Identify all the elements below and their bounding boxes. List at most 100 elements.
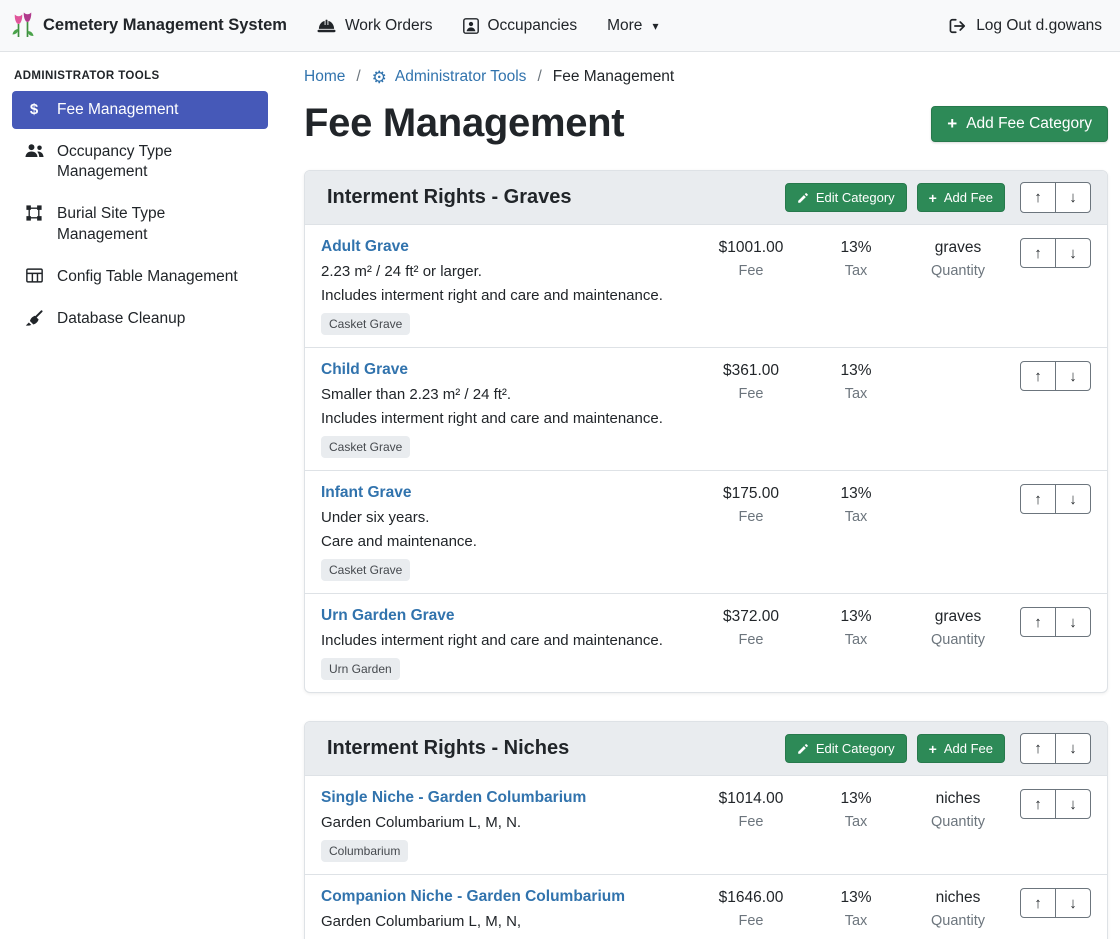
move-fee-down-button[interactable]: ↓ (1055, 484, 1091, 514)
tax-value: 13% (811, 889, 901, 907)
move-fee-up-button[interactable]: ↑ (1020, 888, 1056, 918)
nav-item-label: Occupancies (488, 17, 578, 35)
nav-work-orders[interactable]: Work Orders (317, 17, 433, 35)
breadcrumb-section-label: Administrator Tools (395, 68, 527, 86)
fee-row: Companion Niche - Garden Columbarium Gar… (305, 874, 1107, 939)
hard-hat-icon (317, 18, 336, 34)
logout-button[interactable]: Log Out d.gowans (949, 17, 1102, 35)
fee-row: Child Grave Smaller than 2.23 m² / 24 ft… (305, 347, 1107, 470)
fee-amount-value: $1001.00 (691, 239, 811, 257)
sidebar-item-database-cleanup[interactable]: Database Cleanup (12, 300, 268, 338)
add-fee-category-label: Add Fee Category (966, 115, 1092, 133)
add-fee-button[interactable]: + Add Fee (917, 183, 1005, 212)
move-category-up-button[interactable]: ↑ (1020, 733, 1056, 764)
category-reorder-controls: ↑ ↓ (1020, 733, 1091, 764)
move-fee-up-button[interactable]: ↑ (1020, 607, 1056, 637)
vector-square-icon (24, 205, 44, 221)
fee-description-line: Garden Columbarium L, M, N, (321, 913, 685, 930)
logout-icon (949, 18, 967, 34)
fee-amount-column: $175.00 Fee (691, 484, 811, 525)
fee-type-badge: Urn Garden (321, 658, 400, 680)
tax-label: Tax (811, 814, 901, 830)
fee-name-link[interactable]: Urn Garden Grave (321, 607, 455, 625)
fee-reorder-controls: ↑ ↓ (1015, 361, 1091, 391)
fee-amount-label: Fee (691, 509, 811, 525)
edit-category-button[interactable]: Edit Category (785, 183, 907, 212)
move-fee-up-button[interactable]: ↑ (1020, 238, 1056, 268)
sidebar-item-occupancy-type-management[interactable]: Occupancy Type Management (12, 133, 268, 191)
move-category-down-button[interactable]: ↓ (1055, 733, 1091, 764)
chevron-down-icon: ▾ (652, 19, 658, 33)
add-fee-button[interactable]: + Add Fee (917, 734, 1005, 763)
fee-amount-value: $1646.00 (691, 889, 811, 907)
sidebar-item-label: Fee Management (57, 100, 179, 120)
fee-amount-value: $361.00 (691, 362, 811, 380)
quantity-column: Quantity (901, 484, 1015, 485)
sidebar-item-config-table-management[interactable]: Config Table Management (12, 258, 268, 296)
fee-name-link[interactable]: Infant Grave (321, 484, 411, 502)
fee-amount-column: $1001.00 Fee (691, 238, 811, 279)
app-root: Cemetery Management System Work Orders (0, 0, 1120, 939)
fee-name-link[interactable]: Adult Grave (321, 238, 409, 256)
fee-description-line: Garden Columbarium L, M, N. (321, 814, 685, 831)
breadcrumb-admin-tools-link[interactable]: ⚙ Administrator Tools (372, 68, 527, 86)
sidebar-item-fee-management[interactable]: $ Fee Management (12, 91, 268, 129)
move-fee-up-button[interactable]: ↑ (1020, 361, 1056, 391)
fee-description-line: Under six years. (321, 509, 685, 526)
app-brand-link[interactable]: Cemetery Management System (12, 12, 287, 39)
quantity-column: graves Quantity (901, 238, 1015, 279)
tax-column: 13% Tax (811, 484, 901, 525)
fee-amount-column: $372.00 Fee (691, 607, 811, 648)
fee-amount-label: Fee (691, 814, 811, 830)
move-fee-down-button[interactable]: ↓ (1055, 888, 1091, 918)
add-fee-category-button[interactable]: + Add Fee Category (931, 106, 1108, 142)
tax-value: 13% (811, 239, 901, 257)
fee-reorder-controls: ↑ ↓ (1015, 888, 1091, 918)
sidebar-item-label: Burial Site Type Management (57, 204, 256, 244)
nav-item-label: Work Orders (345, 17, 433, 35)
sidebar: Administrator Tools $ Fee Management Occ… (0, 52, 280, 939)
category-header: Interment Rights - Graves Edit Category … (305, 171, 1107, 225)
fee-name-link[interactable]: Single Niche - Garden Columbarium (321, 789, 586, 807)
fee-row: Adult Grave 2.23 m² / 24 ft² or larger. … (305, 225, 1107, 347)
fee-type-badge: Casket Grave (321, 436, 410, 458)
fee-reorder-controls: ↑ ↓ (1015, 238, 1091, 268)
quantity-value: graves (901, 608, 1015, 626)
breadcrumb-home-link[interactable]: Home (304, 68, 345, 86)
move-fee-up-button[interactable]: ↑ (1020, 789, 1056, 819)
nav-more[interactable]: More ▾ (607, 17, 658, 35)
breadcrumb: Home / ⚙ Administrator Tools / Fee Manag… (304, 68, 1108, 86)
sidebar-item-label: Config Table Management (57, 267, 238, 287)
tax-value: 13% (811, 485, 901, 503)
quantity-column: niches Quantity (901, 888, 1015, 929)
quantity-label: Quantity (901, 263, 1015, 279)
fee-name-link[interactable]: Companion Niche - Garden Columbarium (321, 888, 625, 906)
tax-column: 13% Tax (811, 238, 901, 279)
tax-column: 13% Tax (811, 789, 901, 830)
pencil-icon (797, 192, 809, 204)
move-category-up-button[interactable]: ↑ (1020, 182, 1056, 213)
dollar-icon: $ (24, 101, 44, 119)
edit-category-button[interactable]: Edit Category (785, 734, 907, 763)
breadcrumb-separator: / (356, 68, 360, 86)
fee-info: Urn Garden Grave Includes interment righ… (321, 607, 691, 680)
plus-icon: + (929, 191, 937, 205)
nav-occupancies[interactable]: Occupancies (463, 17, 578, 35)
add-fee-label: Add Fee (944, 190, 993, 205)
fee-category-card-graves: Interment Rights - Graves Edit Category … (304, 170, 1108, 693)
sidebar-item-label: Occupancy Type Management (57, 142, 256, 182)
move-category-down-button[interactable]: ↓ (1055, 182, 1091, 213)
top-navbar: Cemetery Management System Work Orders (0, 0, 1120, 52)
fee-name-link[interactable]: Child Grave (321, 361, 408, 379)
category-header: Interment Rights - Niches Edit Category … (305, 722, 1107, 776)
sidebar-item-burial-site-type-management[interactable]: Burial Site Type Management (12, 195, 268, 253)
move-fee-down-button[interactable]: ↓ (1055, 789, 1091, 819)
move-fee-down-button[interactable]: ↓ (1055, 238, 1091, 268)
pencil-icon (797, 743, 809, 755)
move-fee-down-button[interactable]: ↓ (1055, 361, 1091, 391)
tax-label: Tax (811, 509, 901, 525)
move-fee-down-button[interactable]: ↓ (1055, 607, 1091, 637)
fee-amount-label: Fee (691, 263, 811, 279)
fee-row: Single Niche - Garden Columbarium Garden… (305, 776, 1107, 874)
move-fee-up-button[interactable]: ↑ (1020, 484, 1056, 514)
